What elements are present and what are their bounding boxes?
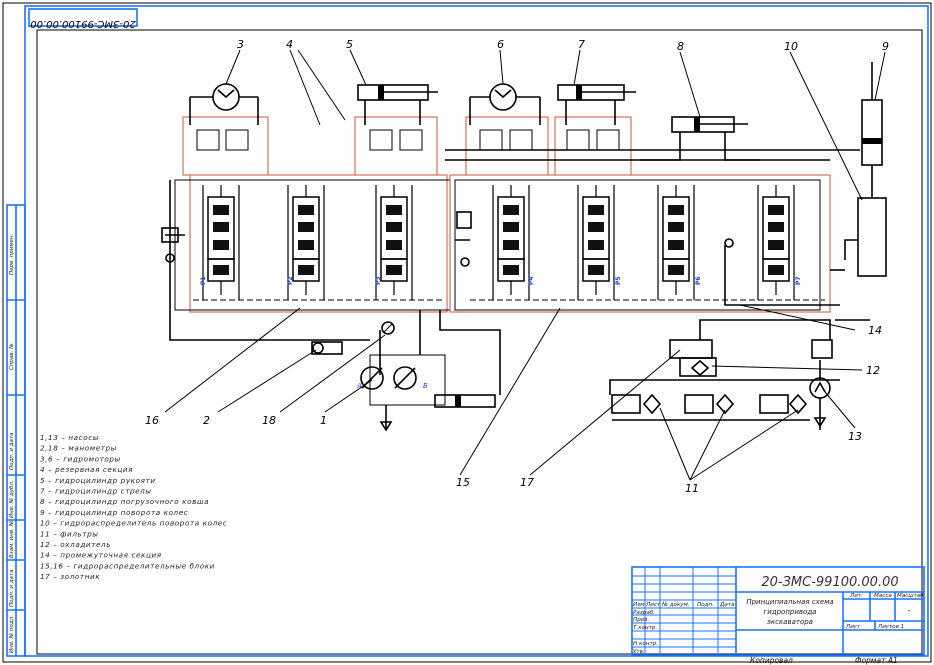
legend-item: 7 – гидроцилиндр стрелы (40, 487, 152, 496)
legend-item: 15,16 – гидрораспределительные блоки (40, 561, 215, 570)
inner-frame (36, 29, 923, 655)
tb-header: Изм. (633, 602, 646, 608)
hydraulic-schematic: 20-ЗМС-99100.00.00 Перв. примен. Справ. … (2, 2, 932, 665)
legend-item: 3,6 – гидромоторы (40, 454, 121, 463)
tb-scale-value: - (908, 606, 911, 615)
tb-sheets: Листов 1 (877, 624, 904, 630)
tb-row: Утв. (633, 649, 645, 655)
title-line-3: экскаватора (767, 618, 813, 626)
section-label-p3: P3 (375, 276, 382, 285)
callout-7: 7 (578, 38, 585, 51)
valve-section (577, 185, 615, 300)
hydraulic-motor-3 (189, 83, 259, 125)
valve-section (757, 185, 795, 300)
callout-9: 9 (882, 40, 889, 53)
tb-header: Лист (645, 602, 661, 608)
side-label: Инв. № подл. (9, 615, 15, 653)
callout-16: 16 (145, 414, 159, 427)
valve-section (492, 185, 530, 300)
tb-sheet: Лист (845, 624, 861, 630)
section-label-p5: P5 (615, 276, 622, 285)
legend-item: 4 – резервная секция (40, 465, 133, 474)
pump-13 (809, 377, 831, 430)
valve-section (202, 185, 240, 300)
legend-item: 5 – гидроцилиндр рукояти (40, 476, 156, 485)
hydraulic-motor-6 (469, 83, 541, 125)
callout-13: 13 (848, 430, 862, 443)
section-label-p2: P2 (287, 276, 294, 285)
title-block: 20-ЗМС-99100.00.00 Принципиальная схема … (631, 566, 925, 656)
filters-11 (611, 393, 810, 421)
callout-17: 17 (520, 476, 534, 489)
pump-label-b: Б (423, 382, 428, 390)
tb-lit: Лит. (849, 593, 863, 599)
callout-15: 15 (456, 476, 470, 489)
tb-row: Разраб. (633, 610, 655, 616)
designation: 20-ЗМС-99100.00.00 (761, 575, 898, 590)
callout-8: 8 (677, 40, 684, 53)
spool-17-and-cooler-12 (669, 339, 833, 377)
callout-6: 6 (497, 38, 504, 51)
tb-header: № докум. (661, 602, 690, 608)
cylinder-7 (557, 84, 636, 125)
tb-header: Дата (719, 602, 735, 608)
section-label-p7: P7 (795, 276, 802, 285)
tb-copied: Копировал (750, 656, 793, 665)
tb-format: Формат A1 (855, 656, 898, 665)
stamp-text: 20-ЗМС-99100.00.00 (30, 18, 136, 29)
motor-control-blocks (182, 116, 632, 176)
callout-18: 18 (262, 414, 276, 427)
valve-section (657, 185, 695, 300)
legend: 1,13 – насосы 2,18 – манометры3,6 – гидро… (40, 433, 227, 581)
section-label-p6: P6 (695, 276, 702, 285)
legend-item: 1,13 – насосы (40, 433, 99, 442)
side-label: Взам. инв. № (9, 520, 15, 558)
tb-row: Пров. (633, 617, 649, 623)
title-line-1: Принципиальная схема (746, 598, 833, 606)
legend-item: 14 – промежуточная секция (40, 551, 162, 560)
callout-11: 11 (685, 482, 699, 495)
tb-scale: Масштаб (897, 593, 924, 599)
legend-item: 11 – фильтры (40, 529, 99, 538)
tb-row: Т.контр. (633, 625, 657, 631)
callout-14: 14 (868, 324, 882, 337)
legend-item: 17 – золотник (40, 572, 100, 581)
title-line-2: гидропривода (764, 608, 817, 616)
callout-2: 2 (203, 414, 210, 427)
legend-item: 8 – гидроцилиндр погрузочного ковша (40, 497, 209, 506)
section-label-p1: P1 (200, 276, 207, 285)
callout-3: 3 (237, 38, 244, 51)
cylinder-9 (844, 62, 887, 277)
tb-mass: Масса (874, 593, 892, 599)
side-label: Подп. и дата (9, 432, 15, 470)
legend-item: 9 – гидроцилиндр поворота колес (40, 508, 188, 517)
side-label: Перв. примен. (9, 233, 15, 275)
callout-10: 10 (784, 40, 798, 53)
side-label: Инв. № дубл. (9, 480, 15, 518)
callout-1: 1 (320, 414, 327, 427)
pump-1 (360, 354, 496, 432)
legend-item: 2,18 – манометры (40, 444, 117, 453)
cylinder-5 (357, 84, 438, 125)
cylinder-8 (640, 116, 760, 161)
tb-row: Н.контр. (633, 641, 658, 647)
legend-item: 12 – охладитель (40, 540, 111, 549)
section-label-p4: P4 (528, 276, 535, 285)
side-label: Подп. и дата (9, 569, 15, 607)
side-strip: Перв. примен. Справ. № Подп. и дата Инв.… (6, 204, 26, 657)
callout-4: 4 (286, 38, 293, 51)
legend-item: 10 – гидрораспределитель поворота колес (40, 519, 227, 528)
tb-header: Подп. (697, 602, 714, 608)
side-label: Справ. № (9, 343, 15, 370)
callout-5: 5 (346, 38, 353, 51)
callout-12: 12 (866, 364, 880, 377)
